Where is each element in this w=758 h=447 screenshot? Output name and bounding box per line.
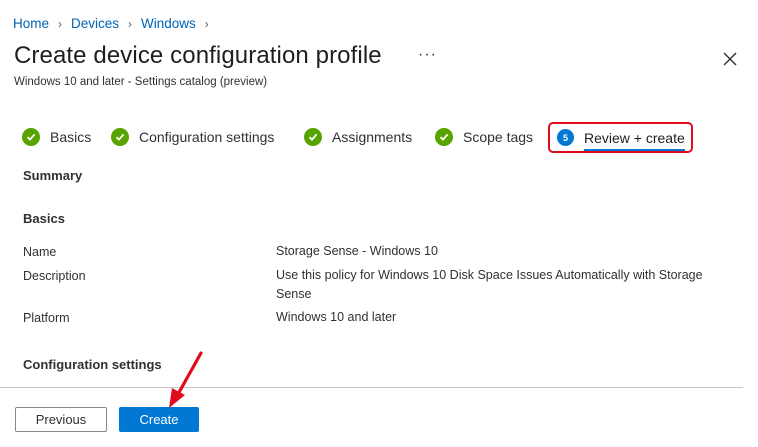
field-platform-label: Platform xyxy=(23,311,70,325)
configuration-settings-heading: Configuration settings xyxy=(23,357,162,372)
annotation-arrow-icon xyxy=(169,351,203,408)
active-tab-underline xyxy=(584,148,685,151)
chevron-right-icon: › xyxy=(204,16,209,31)
basics-heading: Basics xyxy=(23,211,65,226)
step-label: Scope tags xyxy=(463,129,534,145)
tab-configuration-settings[interactable]: Configuration settings xyxy=(111,124,274,150)
field-name-label: Name xyxy=(23,245,57,259)
field-platform-value: Windows 10 and later xyxy=(276,310,397,324)
more-options-icon[interactable]: ··· xyxy=(418,46,437,64)
chevron-right-icon: › xyxy=(128,16,133,31)
breadcrumb: Home › Devices › Windows › xyxy=(13,16,218,31)
previous-button[interactable]: Previous xyxy=(15,407,107,432)
field-name-value: Storage Sense - Windows 10 xyxy=(276,244,438,258)
summary-heading: Summary xyxy=(23,168,83,183)
tab-scope-tags[interactable]: Scope tags xyxy=(435,124,533,150)
chevron-right-icon: › xyxy=(58,16,63,31)
tab-review-create[interactable]: 5 Review + create xyxy=(548,122,693,153)
step-label: Configuration settings xyxy=(139,129,275,145)
checkmark-icon xyxy=(304,128,322,146)
field-description-value: Use this policy for Windows 10 Disk Spac… xyxy=(276,268,703,301)
step-label: Assignments xyxy=(332,129,413,145)
breadcrumb-devices[interactable]: Devices xyxy=(71,16,119,31)
step-label-text: Review + create xyxy=(584,129,685,146)
field-description-label: Description xyxy=(23,269,86,283)
close-icon[interactable] xyxy=(720,49,740,69)
tab-assignments[interactable]: Assignments xyxy=(304,124,412,150)
checkmark-icon xyxy=(22,128,40,146)
step-label: Basics xyxy=(50,129,92,145)
page-subtitle: Windows 10 and later - Settings catalog … xyxy=(14,76,268,88)
footer-divider xyxy=(0,387,743,388)
step-number-badge: 5 xyxy=(557,129,574,146)
breadcrumb-windows[interactable]: Windows xyxy=(141,16,196,31)
tab-basics[interactable]: Basics xyxy=(22,124,91,150)
create-button[interactable]: Create xyxy=(119,407,199,432)
breadcrumb-home[interactable]: Home xyxy=(13,16,49,31)
checkmark-icon xyxy=(435,128,453,146)
step-label: Review + create xyxy=(584,129,685,151)
checkmark-icon xyxy=(111,128,129,146)
page-title: Create device configuration profile xyxy=(14,42,382,69)
